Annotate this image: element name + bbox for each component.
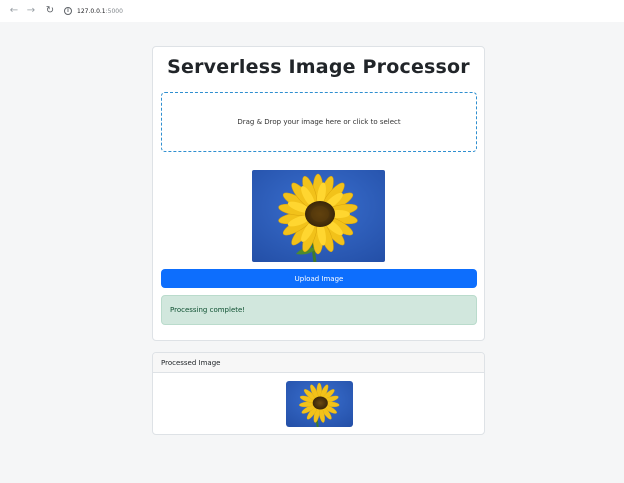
page-title: Serverless Image Processor [167,56,470,78]
address-bar[interactable]: i 127.0.0.1:5000 [64,3,134,19]
upload-image-button[interactable]: Upload Image [161,269,477,288]
reload-icon[interactable]: ↻ [45,6,55,16]
status-alert: Processing complete! [161,295,477,325]
drop-zone-label: Drag & Drop your image here or click to … [237,118,401,126]
upload-card: Serverless Image Processor Drag & Drop y… [152,46,485,341]
back-arrow-icon[interactable]: ← [9,6,19,16]
sunflower-image [252,170,385,262]
processed-image-header: Processed Image [153,353,484,373]
image-preview [252,170,385,262]
status-message: Processing complete! [170,306,246,314]
url-host: 127.0.0.1 [77,7,106,15]
forward-arrow-icon[interactable]: → [26,6,36,16]
sunflower-thumbnail-image [286,381,353,427]
browser-toolbar: ← → ↻ i 127.0.0.1:5000 [0,0,624,22]
drop-zone[interactable]: Drag & Drop your image here or click to … [161,92,477,152]
processed-image-thumbnail [286,381,353,427]
info-icon[interactable]: i [64,7,72,15]
processed-image-card: Processed Image [152,352,485,435]
url-port: :5000 [105,7,123,15]
